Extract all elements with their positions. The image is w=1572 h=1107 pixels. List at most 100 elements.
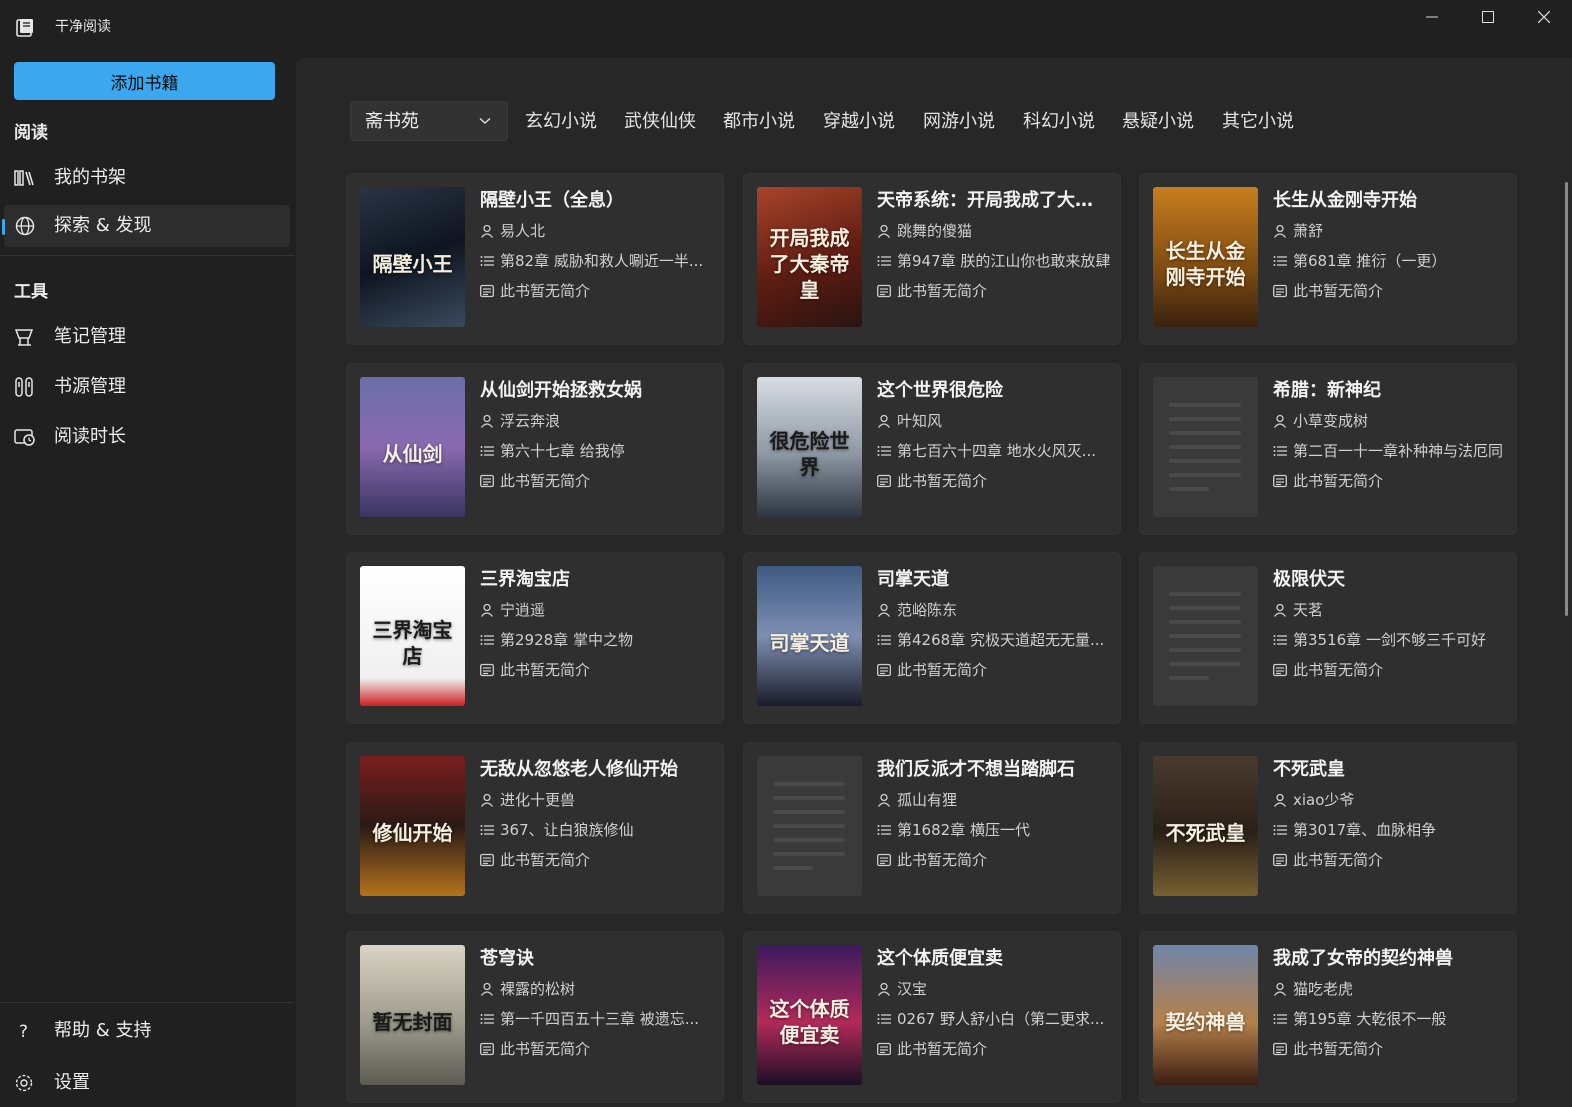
book-cover[interactable]: 三界淘宝店 [360,566,465,706]
book-latest-chapter: 第3017章、血脉相争 [1293,821,1437,839]
book-card[interactable]: 极限伏天 天茗 第3516章 一剑不够三千可好 此书暂无简介 [1139,552,1517,724]
source-dropdown[interactable]: 斋书苑 [350,101,508,141]
book-intro-row: 此书暂无简介 [1273,471,1509,491]
sidebar-item-explore[interactable]: 探索 & 发现 [2,205,290,247]
chapter-list-icon [877,253,891,267]
category-tab[interactable]: 网游小说 [923,110,995,134]
category-tab[interactable]: 玄幻小说 [525,110,597,134]
book-intro-row: 此书暂无简介 [1273,850,1509,870]
category-tab[interactable]: 穿越小说 [823,110,895,134]
section-tools-label: 工具 [14,282,48,302]
chapter-list-icon [480,253,494,267]
book-cover[interactable]: 隔壁小王 [360,187,465,327]
intro-icon [877,852,891,867]
book-title: 希腊：新神纪 [1273,380,1381,401]
chapter-list-icon [877,443,891,457]
intro-icon [1273,1041,1287,1056]
book-card[interactable]: 开局我成了大秦帝皇 天帝系统：开局我成了大秦... 跳舞的傻猫 第947章 朕的江山你… [743,173,1121,345]
sidebar-item-help[interactable]: ? 帮助 & 支持 [4,1010,290,1052]
category-tab[interactable]: 悬疑小说 [1122,110,1194,134]
book-author-row: 宁逍遥 [480,600,716,620]
book-latest-chapter-row: 367、让白狼族修仙 [480,820,716,840]
category-tab[interactable]: 武侠仙侠 [624,110,696,134]
book-cover[interactable]: 不死武皇 [1153,756,1258,896]
book-card[interactable]: 修仙开始 无敌从忽悠老人修仙开始 进化十更兽 367、让白狼族修仙 此书暂无简介 [346,742,724,914]
book-intro: 此书暂无简介 [500,472,591,490]
book-latest-chapter: 第一千四百五十三章 被遗忘... [500,1010,700,1028]
book-cover[interactable]: 很危险世界 [757,377,862,517]
book-card[interactable]: 三界淘宝店 三界淘宝店 宁逍遥 第2928章 掌中之物 此书暂无简介 [346,552,724,724]
book-cover[interactable]: 这个体质便宜卖 [757,945,862,1085]
book-card[interactable]: 不死武皇 不死武皇 xiao少爷 第3017章、血脉相争 此书暂无简介 [1139,742,1517,914]
author-icon [877,223,891,238]
sidebar-item-reading-time[interactable]: 阅读时长 [4,416,290,458]
author-icon [480,792,494,807]
book-card[interactable]: 希腊：新神纪 小草变成树 第二百一十一章补种神与法厄同 此书暂无简介 [1139,363,1517,535]
book-title: 隔壁小王（全息） [480,190,624,211]
book-card[interactable]: 司掌天道 司掌天道 范峪陈东 第4268章 究极天道超无无量... 此书暂无简介 [743,552,1121,724]
book-cover[interactable]: 从仙剑 [360,377,465,517]
book-author-row: 汉宝 [877,979,1113,999]
close-button[interactable] [1516,0,1572,34]
book-card[interactable]: 我们反派才不想当踏脚石 孤山有狸 第1682章 横压一代 此书暂无简介 [743,742,1121,914]
book-author: 天茗 [1293,601,1324,619]
minimize-button[interactable] [1404,0,1460,34]
book-cover[interactable]: 修仙开始 [360,756,465,896]
book-cover[interactable] [1153,377,1258,517]
author-icon [480,981,494,996]
book-cover[interactable] [757,756,862,896]
book-card[interactable]: 从仙剑 从仙剑开始拯救女娲 浮云奔浪 第六十七章 给我停 此书暂无简介 [346,363,724,535]
intro-icon [480,662,494,677]
intro-icon [480,473,494,488]
chapter-list-icon [1273,253,1287,267]
book-cover[interactable]: 开局我成了大秦帝皇 [757,187,862,327]
book-intro: 此书暂无简介 [897,472,988,490]
book-card[interactable]: 这个体质便宜卖 这个体质便宜卖 汉宝 0267 野人舒小白（第二更求... 此书暂无简介 [743,931,1121,1103]
book-intro: 此书暂无简介 [500,1040,591,1058]
cover-title-text: 隔壁小王 [372,252,453,276]
book-intro: 此书暂无简介 [500,851,591,869]
book-author: 宁逍遥 [500,601,546,619]
book-card[interactable]: 很危险世界 这个世界很危险 叶知风 第七百六十四章 地水火风灭... 此书暂无简介 [743,363,1121,535]
book-intro-row: 此书暂无简介 [480,850,716,870]
book-latest-chapter: 第4268章 究极天道超无无量... [897,631,1105,649]
intro-icon [1273,283,1287,298]
book-cover[interactable]: 契约神兽 [1153,945,1258,1085]
intro-icon [877,283,891,298]
intro-icon [1273,473,1287,488]
section-reading-label: 阅读 [14,123,48,143]
book-title: 这个世界很危险 [877,380,1003,401]
author-icon [1273,602,1287,617]
book-cover[interactable]: 长生从金刚寺开始 [1153,187,1258,327]
sidebar-item-notes[interactable]: 笔记管理 [4,316,290,358]
scrollbar-thumb[interactable] [1565,182,1568,616]
add-book-button[interactable]: 添加书籍 [14,62,275,100]
book-card[interactable]: 隔壁小王 隔壁小王（全息） 易人北 第82章 威胁和救人唰近一半... 此书暂无简介 [346,173,724,345]
book-author: xiao少爷 [1293,791,1355,809]
book-intro-row: 此书暂无简介 [877,471,1113,491]
book-card[interactable]: 长生从金刚寺开始 长生从金刚寺开始 萧舒 第681章 推衍（一更） 此书暂无简介 [1139,173,1517,345]
sidebar-item-bookshelf[interactable]: 我的书架 [4,157,290,199]
sidebar-item-settings[interactable]: 设置 [4,1062,290,1104]
book-intro: 此书暂无简介 [1293,851,1384,869]
category-tab[interactable]: 都市小说 [723,110,795,134]
book-intro-row: 此书暂无简介 [1273,281,1509,301]
sidebar-item-sources[interactable]: 书源管理 [4,366,290,408]
reading-time-icon [14,429,35,446]
maximize-button[interactable] [1460,0,1516,34]
book-author-row: 叶知风 [877,411,1113,431]
cover-title-text: 开局我成了大秦帝皇 [769,226,850,302]
book-latest-chapter-row: 第2928章 掌中之物 [480,630,716,650]
category-tab[interactable]: 其它小说 [1222,110,1294,134]
book-latest-chapter-row: 第195章 大乾很不一般 [1273,1009,1509,1029]
author-icon [1273,981,1287,996]
book-cover[interactable]: 暂无封面 [360,945,465,1085]
book-cover[interactable]: 司掌天道 [757,566,862,706]
book-latest-chapter: 0267 野人舒小白（第二更求... [897,1010,1105,1028]
book-latest-chapter: 第681章 推衍（一更） [1293,252,1447,270]
book-card[interactable]: 暂无封面 苍穹诀 裸露的松树 第一千四百五十三章 被遗忘... 此书暂无简介 [346,931,724,1103]
category-tab[interactable]: 科幻小说 [1023,110,1095,134]
book-intro: 此书暂无简介 [1293,1040,1384,1058]
book-card[interactable]: 契约神兽 我成了女帝的契约神兽 猫吃老虎 第195章 大乾很不一般 此书暂无简介 [1139,931,1517,1103]
book-cover[interactable] [1153,566,1258,706]
